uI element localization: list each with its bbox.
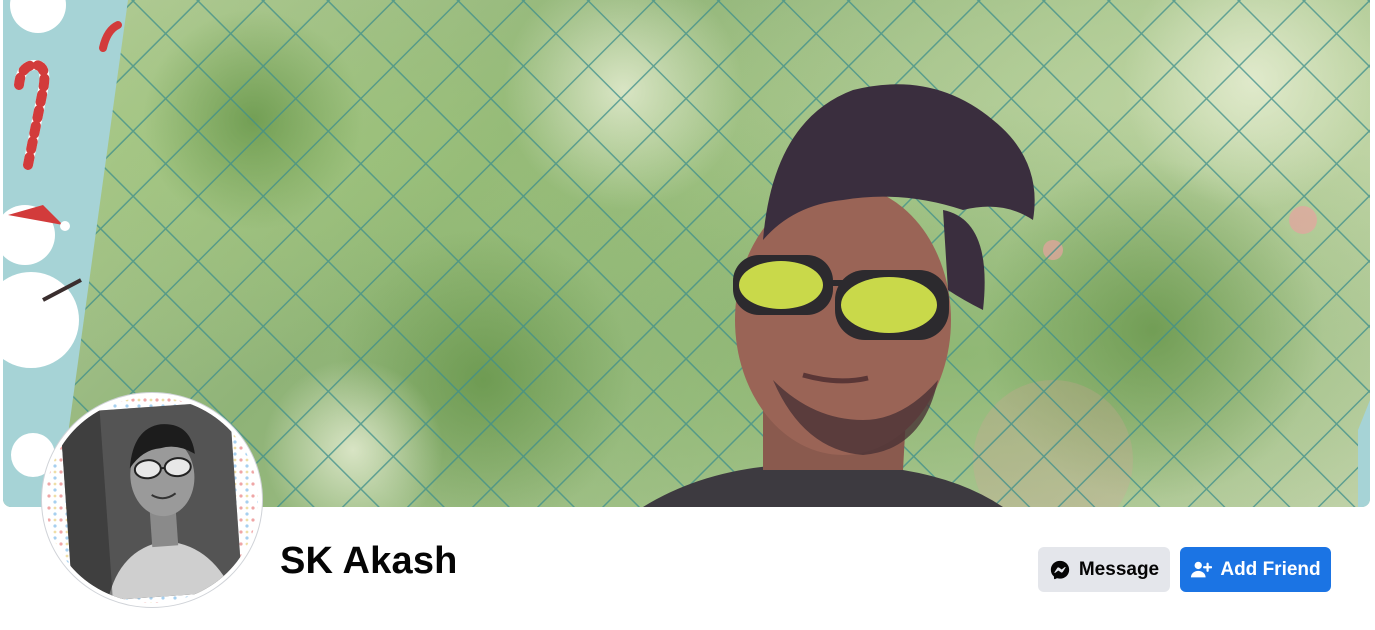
profile-header: SK Akash Message Add Friend [0, 0, 1375, 630]
add-friend-button-label: Add Friend [1220, 558, 1321, 580]
message-button[interactable]: Message [1038, 547, 1170, 592]
profile-name: SK Akash [280, 540, 458, 582]
profile-picture[interactable] [42, 393, 262, 607]
add-friend-icon [1190, 559, 1213, 581]
profile-picture-image [46, 397, 258, 603]
add-friend-button[interactable]: Add Friend [1180, 547, 1331, 592]
messenger-icon [1049, 559, 1071, 581]
message-button-label: Message [1078, 558, 1160, 580]
